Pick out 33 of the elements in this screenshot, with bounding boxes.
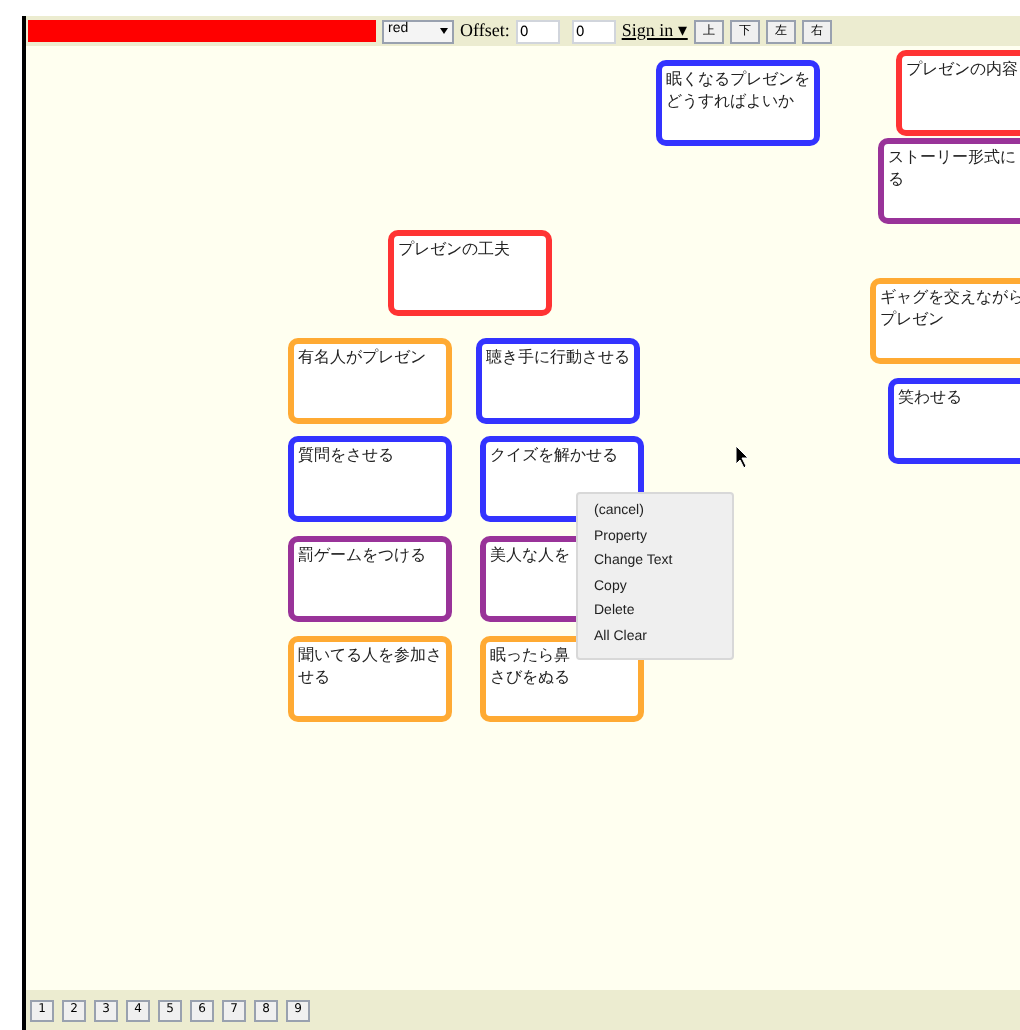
note-text: 眠ったら鼻	[490, 646, 570, 664]
note-text: クイズを解かせる	[490, 446, 618, 464]
note-text: ストーリー形式に	[888, 148, 1016, 166]
cursor-icon	[736, 446, 750, 468]
note-text: プレゼンの工夫	[398, 240, 510, 258]
sign-in-link[interactable]: Sign in ▾	[621, 17, 688, 45]
note-card[interactable]: 笑わせる	[888, 378, 1020, 464]
note-card[interactable]: プレゼンの工夫	[388, 230, 552, 316]
note-text: 聴き手に行動させる	[486, 348, 630, 366]
note-text: 有名人がプレゼン	[298, 348, 426, 366]
note-card[interactable]: 質問をさせる	[288, 436, 452, 522]
note-card[interactable]: 罰ゲームをつける	[288, 536, 452, 622]
note-text: る	[888, 170, 904, 188]
note-card[interactable]: 眠くなるプレゼンを どうすればよいか	[656, 60, 820, 146]
note-text: どうすればよいか	[666, 92, 794, 110]
note-card[interactable]: プレゼンの内容	[896, 50, 1020, 136]
note-text: 美人な人を	[490, 546, 570, 564]
note-card[interactable]: ストーリー形式に る	[878, 138, 1020, 224]
note-text: 罰ゲームをつける	[298, 546, 426, 564]
offset-label: Offset:	[460, 17, 510, 44]
note-text: 笑わせる	[898, 388, 962, 406]
note-text: 眠くなるプレゼンを	[666, 70, 810, 88]
note-card[interactable]: 聞いてる人を参加さ せる	[288, 636, 452, 722]
color-swatch[interactable]	[28, 20, 376, 42]
note-text: 質問をさせる	[298, 446, 394, 464]
note-text: プレゼンの内容	[906, 60, 1018, 78]
note-text: 聞いてる人を参加さ	[298, 646, 442, 664]
note-card[interactable]: 有名人がプレゼン	[288, 338, 452, 424]
note-text: さびをぬる	[490, 668, 570, 686]
note-text: せる	[298, 668, 330, 686]
caret-icon	[440, 28, 448, 34]
note-card[interactable]: 聴き手に行動させる	[476, 338, 640, 424]
note-text: プレゼン	[880, 310, 944, 328]
